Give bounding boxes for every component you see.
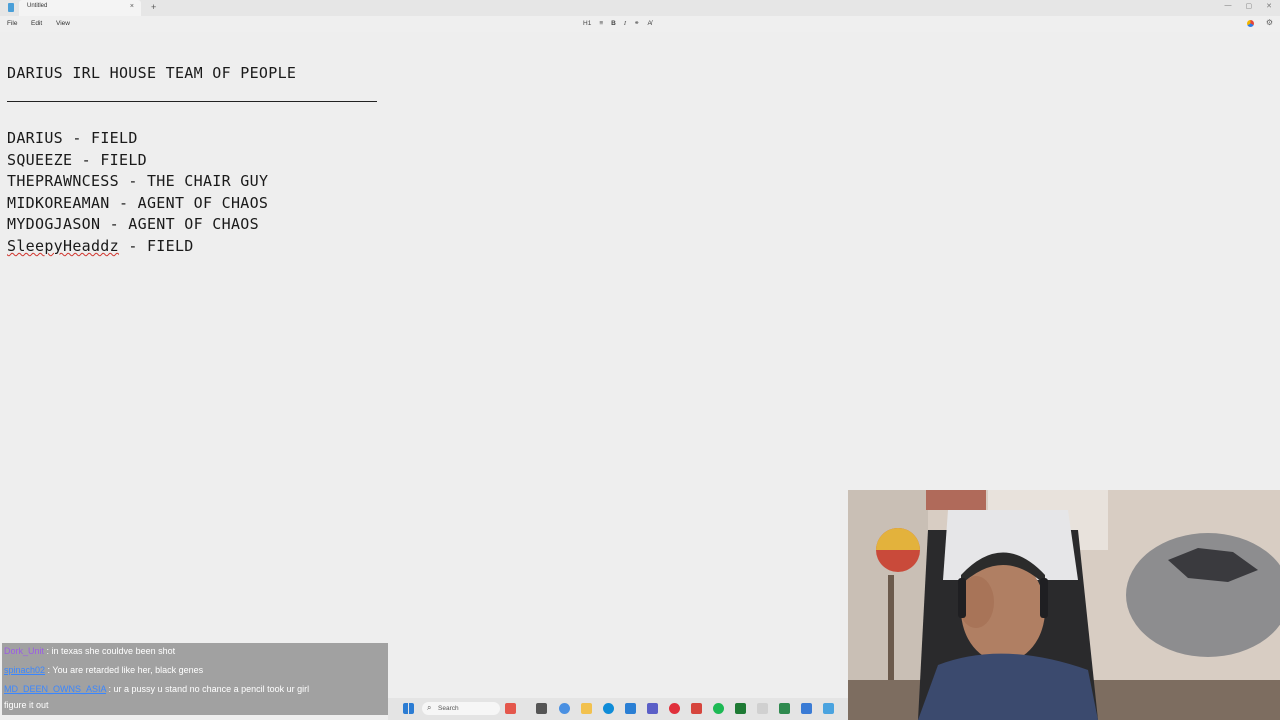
tab-close-icon[interactable]: × — [130, 3, 134, 11]
member-name: MYDOGJASON — [7, 215, 101, 234]
list-item: THEPRAWNCESS - THE CHAIR GUY — [7, 171, 268, 193]
snipping-icon[interactable] — [801, 703, 812, 714]
format-toolbar: H1 ≡ B I ⚭ A̸ — [583, 19, 652, 28]
minimize-button[interactable]: — — [1225, 2, 1232, 10]
italic-button[interactable]: I — [624, 19, 626, 28]
heading-dropdown[interactable]: H1 — [583, 19, 591, 28]
chat-message: Dork_Unit : in texas she couldve been sh… — [4, 646, 175, 657]
member-name: SQUEEZE — [7, 150, 73, 169]
taskbar-search[interactable]: ⌕ Search — [422, 702, 500, 715]
chrome-icon[interactable] — [559, 703, 570, 714]
webcam-scene — [848, 490, 1280, 720]
store-icon[interactable] — [625, 703, 636, 714]
right-tools: ⚙ — [1246, 18, 1273, 27]
link-icon[interactable]: ⚭ — [634, 19, 639, 28]
tab-untitled[interactable]: Untitled × — [19, 0, 141, 16]
title-bar: Untitled × + — ▢ ✕ — [0, 0, 1280, 16]
window-controls: — ▢ ✕ — [1225, 2, 1273, 10]
bold-button[interactable]: B — [611, 19, 616, 28]
task-view-icon[interactable] — [536, 703, 547, 714]
stream-chat-overlay: Dork_Unit : in texas she couldve been sh… — [2, 643, 388, 715]
list-item: MIDKOREAMAN - AGENT OF CHAOS — [7, 193, 268, 215]
new-tab-icon[interactable]: + — [151, 2, 156, 12]
title-divider — [7, 101, 377, 102]
team-list: DARIUS - FIELD SQUEEZE - FIELD THEPRAWNC… — [7, 128, 268, 258]
chat-message: spinach02 : You are retarded like her, b… — [4, 665, 203, 676]
notepad-icon[interactable] — [757, 703, 768, 714]
file-explorer-icon[interactable] — [581, 703, 592, 714]
document-title: DARIUS IRL HOUSE TEAM OF PEOPLE — [7, 64, 297, 82]
notepad-app-icon — [8, 3, 14, 12]
chat-text: figure it out — [4, 700, 49, 710]
member-role: - FIELD — [118, 236, 194, 255]
list-icon[interactable]: ≡ — [599, 19, 603, 28]
chat-username: MD_DEEN_OWNS_ASIA — [4, 684, 107, 694]
search-placeholder: Search — [438, 705, 459, 712]
list-item: SQUEEZE - FIELD — [7, 150, 268, 172]
chat-message: MD_DEEN_OWNS_ASIA : ur a pussy u stand n… — [4, 684, 309, 695]
edge-icon[interactable] — [603, 703, 614, 714]
menu-edit[interactable]: Edit — [31, 20, 42, 27]
chat-message: figure it out — [4, 700, 49, 711]
notepad-window: Untitled × + — ▢ ✕ File Edit View H1 ≡ B… — [0, 0, 1280, 720]
teams-icon[interactable] — [647, 703, 658, 714]
clear-formatting-icon[interactable]: A̸ — [647, 19, 651, 28]
app-red-icon[interactable] — [691, 703, 702, 714]
menu-file[interactable]: File — [7, 20, 17, 27]
member-name: THEPRAWNCESS — [7, 172, 119, 191]
app-blue-icon[interactable] — [823, 703, 834, 714]
member-name: SleepyHeaddz — [7, 236, 119, 255]
chat-username: Dork_Unit — [4, 646, 45, 656]
list-item: DARIUS - FIELD — [7, 128, 268, 150]
member-name: MIDKOREAMAN — [7, 193, 110, 212]
chat-text: : in texas she couldve been shot — [44, 646, 176, 656]
member-role: - FIELD — [63, 129, 138, 147]
calculator-icon[interactable] — [779, 703, 790, 714]
copilot-icon[interactable] — [1246, 20, 1254, 27]
search-icon: ⌕ — [427, 703, 432, 712]
webcam-feed — [848, 490, 1280, 720]
menu-view[interactable]: View — [56, 20, 70, 27]
tab-title: Untitled — [27, 3, 48, 9]
start-icon[interactable] — [403, 703, 414, 714]
opera-icon[interactable] — [669, 703, 680, 714]
settings-icon[interactable]: ⚙ — [1266, 18, 1273, 27]
maximize-button[interactable]: ▢ — [1246, 2, 1253, 10]
member-role: - FIELD — [72, 150, 147, 169]
spotify-icon[interactable] — [713, 703, 724, 714]
chat-text: : You are retarded like her, black genes — [45, 665, 204, 675]
member-role: - THE CHAIR GUY — [118, 172, 269, 191]
member-role: - AGENT OF CHAOS — [100, 215, 259, 234]
chat-username: spinach02 — [4, 665, 46, 675]
list-item: MYDOGJASON - AGENT OF CHAOS — [7, 214, 268, 236]
close-window-button[interactable]: ✕ — [1266, 2, 1272, 10]
member-name: DARIUS — [7, 129, 63, 147]
terminal-icon[interactable] — [735, 703, 746, 714]
list-item: SleepyHeaddz - FIELD — [7, 236, 268, 258]
member-role: - AGENT OF CHAOS — [109, 193, 269, 212]
widgets-icon[interactable] — [505, 703, 516, 714]
chat-text: : ur a pussy u stand no chance a pencil … — [106, 684, 310, 694]
